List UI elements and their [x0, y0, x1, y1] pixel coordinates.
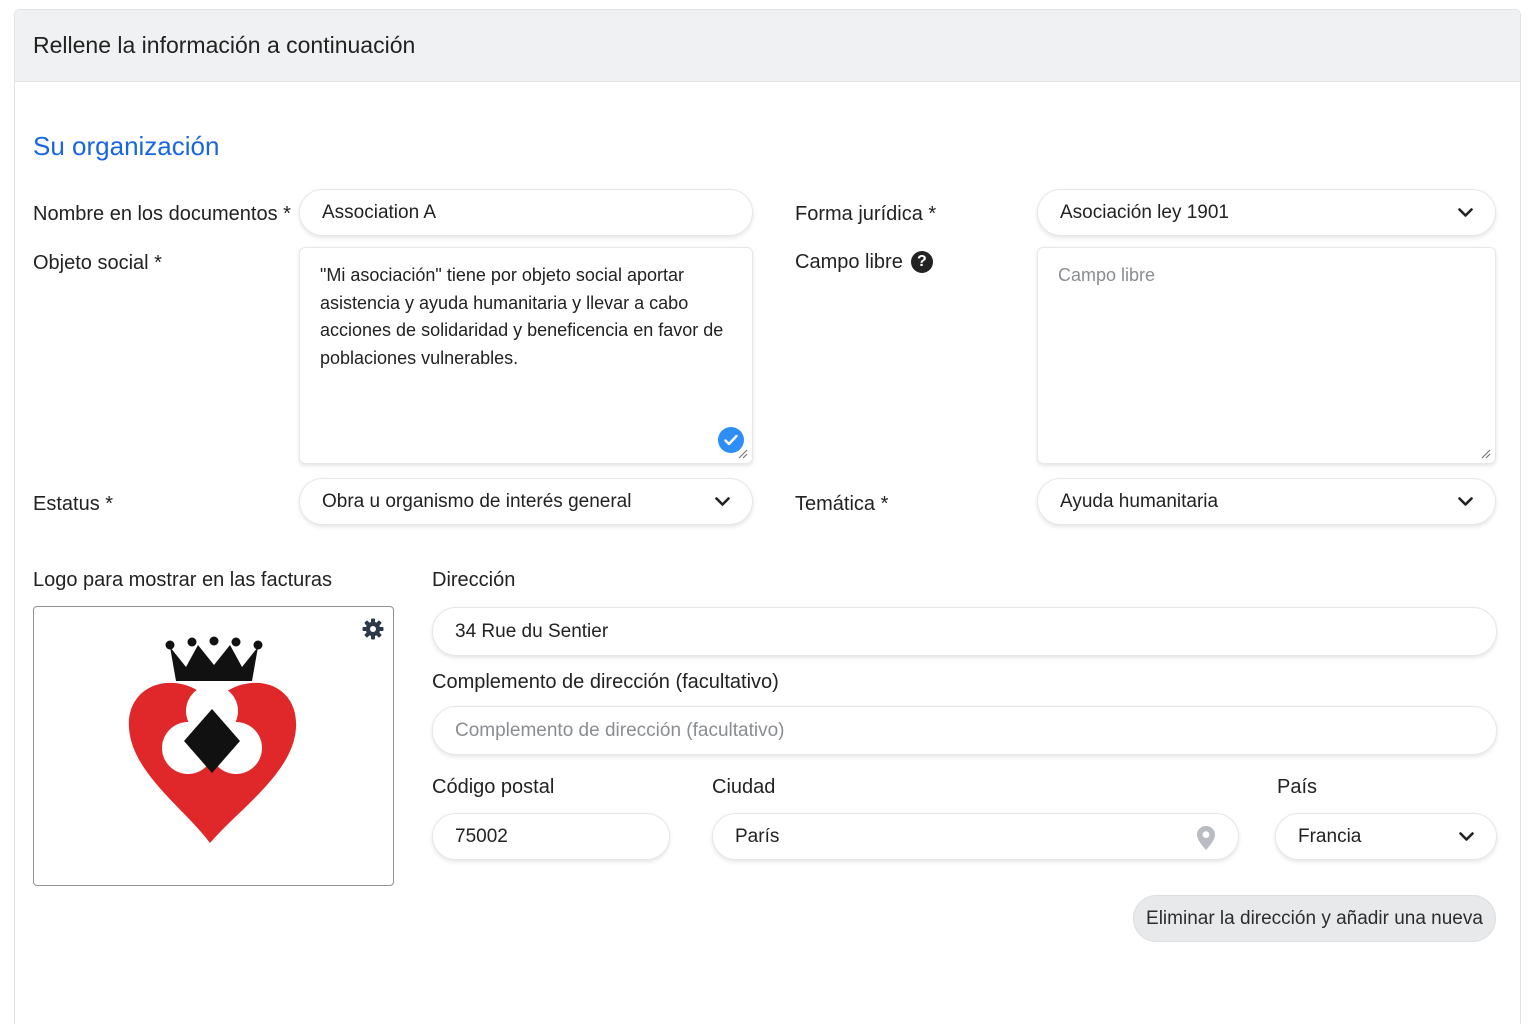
direccion-value: 34 Rue du Sentier: [455, 620, 609, 642]
nombre-label: Nombre en los documentos *: [33, 203, 291, 225]
ciudad-value: París: [735, 825, 780, 847]
resize-handle-icon[interactable]: [736, 447, 748, 459]
card-header: Rellene la información a continuación: [15, 10, 1520, 82]
campo-label-text: Campo libre: [795, 251, 903, 273]
page-title: Rellene la información a continuación: [33, 32, 416, 58]
campo-textarea[interactable]: Campo libre: [1037, 247, 1496, 464]
objeto-label: Objeto social *: [33, 252, 162, 274]
direccion-label: Dirección: [432, 569, 516, 591]
tematica-value: Ayuda humanitaria: [1060, 490, 1219, 512]
forma-label: Forma jurídica *: [795, 203, 937, 225]
nombre-value: Association A: [322, 201, 437, 223]
complemento-placeholder: Complemento de dirección (facultativo): [455, 719, 785, 741]
estatus-value: Obra u organismo de interés general: [322, 490, 632, 512]
chevron-down-icon: [1457, 205, 1473, 221]
delete-address-button[interactable]: Eliminar la dirección y añadir una nueva: [1133, 895, 1496, 942]
objeto-textarea[interactable]: "Mi asociación" tiene por objeto social …: [299, 247, 753, 464]
ciudad-label: Ciudad: [712, 776, 776, 798]
chevron-down-icon: [714, 494, 730, 510]
organization-logo-image: [128, 636, 297, 843]
tematica-select[interactable]: Ayuda humanitaria: [1037, 478, 1496, 525]
chevron-down-icon: [1458, 829, 1474, 845]
postal-label: Código postal: [432, 776, 555, 798]
nombre-input[interactable]: Association A: [299, 189, 753, 236]
section-title: Su organización: [33, 131, 220, 161]
resize-handle-icon[interactable]: [1479, 447, 1491, 459]
pais-label: País: [1277, 776, 1318, 798]
ciudad-input[interactable]: París: [712, 813, 1239, 860]
pais-select[interactable]: Francia: [1275, 813, 1497, 860]
estatus-label: Estatus *: [33, 493, 114, 515]
postal-value: 75002: [455, 825, 508, 847]
campo-label: Campo libre?: [795, 251, 933, 274]
gear-icon[interactable]: [361, 617, 385, 641]
direccion-input[interactable]: 34 Rue du Sentier: [432, 607, 1497, 656]
chevron-down-icon: [1457, 494, 1473, 510]
logo-upload-box[interactable]: [33, 606, 394, 886]
tematica-label: Temática *: [795, 493, 889, 515]
map-pin-icon: [1197, 826, 1215, 850]
pais-value: Francia: [1298, 825, 1362, 847]
complemento-input[interactable]: Complemento de dirección (facultativo): [432, 706, 1497, 755]
objeto-value: "Mi asociación" tiene por objeto social …: [320, 265, 724, 368]
help-icon[interactable]: ?: [910, 251, 933, 273]
forma-select[interactable]: Asociación ley 1901: [1037, 189, 1496, 236]
estatus-select[interactable]: Obra u organismo de interés general: [299, 478, 753, 525]
complemento-label: Complemento de dirección (facultativo): [432, 671, 779, 693]
logo-label: Logo para mostrar en las facturas: [33, 569, 333, 591]
postal-input[interactable]: 75002: [432, 813, 670, 860]
forma-value: Asociación ley 1901: [1060, 201, 1229, 223]
campo-placeholder: Campo libre: [1058, 265, 1156, 285]
